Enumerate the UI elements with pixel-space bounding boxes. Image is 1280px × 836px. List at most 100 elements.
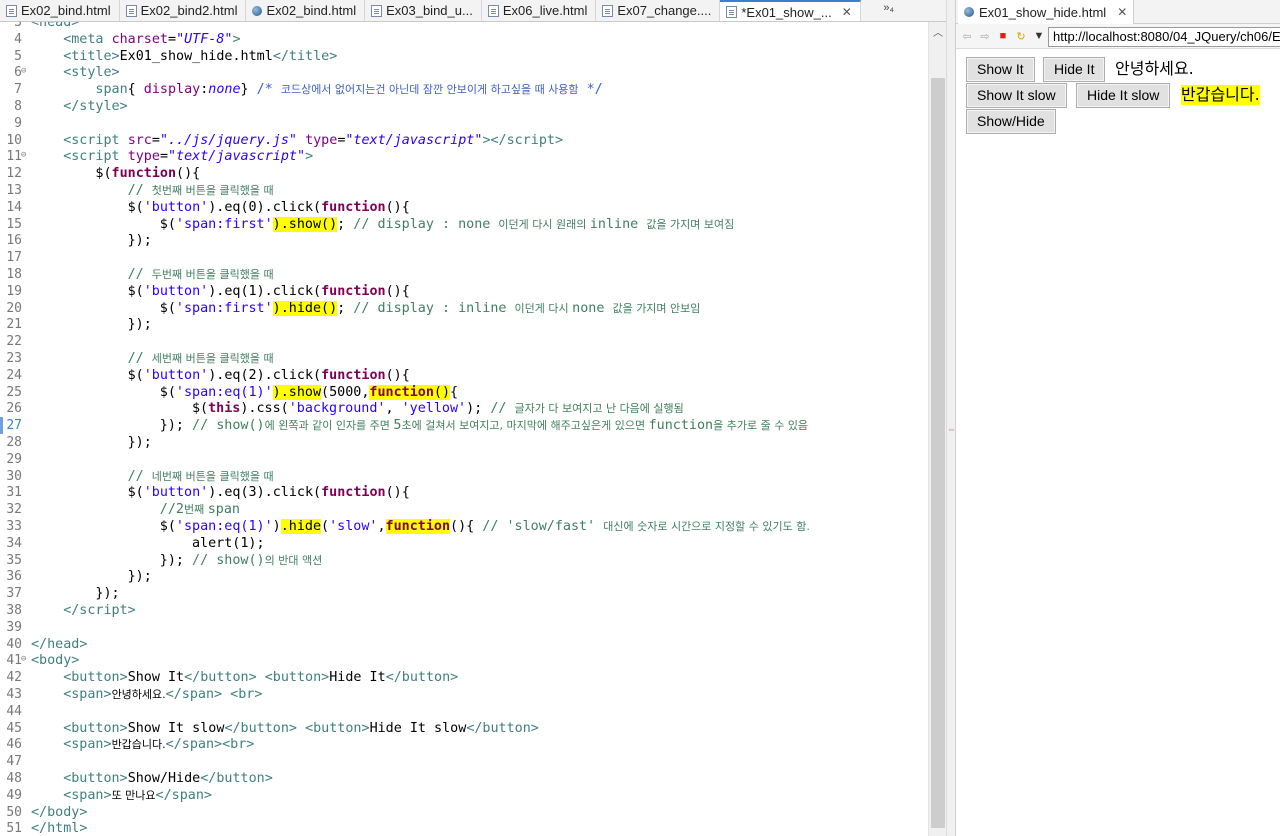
close-icon[interactable]: ✕ bbox=[842, 3, 852, 22]
fold-icon[interactable]: ⊖ bbox=[21, 147, 26, 164]
code-line[interactable]: 25 $('span:eq(1)').show(5000,function(){ bbox=[0, 384, 928, 401]
stop-icon[interactable]: ■ bbox=[996, 30, 1010, 42]
code-line[interactable]: 10 <script src="../js/jquery.js" type="te… bbox=[0, 132, 928, 149]
editor-tab-0[interactable]: Ex02_bind.html bbox=[0, 0, 120, 21]
code-text: // 네번째 버튼을 클릭했을 때 bbox=[127, 468, 274, 484]
code-line[interactable]: 16}); bbox=[0, 232, 928, 249]
code-line[interactable]: 3 <head> bbox=[0, 22, 928, 31]
line-number: 3 bbox=[14, 22, 22, 30]
editor-tab-label: Ex02_bind.html bbox=[266, 3, 357, 18]
code-line[interactable]: 9 bbox=[0, 115, 928, 132]
code-line[interactable]: 31 $('button').eq(3).click(function(){ bbox=[0, 484, 928, 501]
marker-icon: ▭ bbox=[949, 425, 954, 434]
refresh-icon[interactable]: ↻ bbox=[1014, 30, 1028, 43]
vertical-scrollbar[interactable]: ︿ bbox=[928, 22, 946, 836]
code-line[interactable]: 4 <meta charset="UTF-8"> bbox=[0, 31, 928, 48]
code-line[interactable]: 27}); // show()에 왼쪽과 같이 인자를 주면 5초에 걸쳐서 보… bbox=[0, 417, 928, 435]
code-line[interactable]: 19 $('button').eq(1).click(function(){ bbox=[0, 283, 928, 300]
code-line[interactable]: 50 </body> bbox=[0, 804, 928, 821]
code-line[interactable]: 46 <span>반갑습니다.</span><br> bbox=[0, 736, 928, 753]
rendered-page: Show It Hide It 안녕하세요. Show It slow Hide… bbox=[956, 50, 1280, 836]
tab-overflow-indicator[interactable]: »₄ bbox=[883, 0, 894, 16]
fold-icon[interactable]: ⊖ bbox=[21, 63, 26, 80]
hide-it-slow-button[interactable]: Hide It slow bbox=[1076, 83, 1171, 108]
code-line[interactable]: 42 <button>Show It</button> <button>Hide … bbox=[0, 669, 928, 686]
code-line[interactable]: 39 bbox=[0, 619, 928, 636]
code-line[interactable]: 15 $('span:first').show(); // display : n… bbox=[0, 216, 928, 233]
code-line[interactable]: 26 $(this).css('background', 'yellow'); /… bbox=[0, 400, 928, 417]
code-line[interactable]: 47 bbox=[0, 753, 928, 770]
code-line[interactable]: 35}); // show()의 반대 액션 bbox=[0, 552, 928, 569]
line-number: 42 bbox=[6, 670, 22, 686]
scrollbar-thumb[interactable] bbox=[931, 78, 945, 828]
show-hide-button[interactable]: Show/Hide bbox=[966, 109, 1056, 134]
editor-tab-4[interactable]: Ex06_live.html bbox=[482, 0, 597, 21]
code-text: }); bbox=[127, 233, 152, 249]
back-arrow-icon[interactable]: ⇦ bbox=[960, 30, 974, 43]
code-line[interactable]: 51 </html> bbox=[0, 820, 928, 836]
code-line[interactable]: 40 </head> bbox=[0, 636, 928, 653]
code-line[interactable]: 30 // 네번째 버튼을 클릭했을 때 bbox=[0, 468, 928, 485]
code-line[interactable]: 48 <button>Show/Hide</button> bbox=[0, 770, 928, 787]
code-text: </script> bbox=[63, 603, 136, 618]
code-line[interactable]: 18 // 두번째 버튼을 클릭했을 때 bbox=[0, 266, 928, 283]
html-file-icon bbox=[6, 5, 17, 17]
code-line[interactable]: 5 <title>Ex01_show_hide.html</title> bbox=[0, 48, 928, 65]
line-number: 36 bbox=[6, 569, 22, 585]
line-number: 47 bbox=[6, 754, 22, 770]
code-line[interactable]: 36}); bbox=[0, 568, 928, 585]
code-line[interactable]: 37}); bbox=[0, 585, 928, 602]
close-icon[interactable]: ✕ bbox=[1117, 5, 1127, 19]
code-line[interactable]: 11 ⊖ <script type="text/javascript"> bbox=[0, 148, 928, 165]
code-area[interactable]: 3 <head> 4 <meta charset="UTF-8"> 5 <title>Ex… bbox=[0, 22, 928, 836]
editor-tab-1[interactable]: Ex02_bind2.html bbox=[120, 0, 247, 21]
forward-arrow-icon[interactable]: ⇨ bbox=[978, 30, 992, 43]
pane-splitter[interactable]: ▭ bbox=[946, 0, 956, 836]
code-line[interactable]: 20 $('span:first').hide(); // display : i… bbox=[0, 300, 928, 317]
line-number: 32 bbox=[6, 502, 22, 518]
editor-tab-6[interactable]: *Ex01_show_... ✕ bbox=[720, 0, 861, 22]
code-line[interactable]: 41 ⊖ <body> bbox=[0, 652, 928, 669]
code-line[interactable]: 38 </script> bbox=[0, 602, 928, 619]
code-line[interactable]: 28}); bbox=[0, 434, 928, 451]
code-line[interactable]: 45 <button>Show It slow</button> <button>… bbox=[0, 720, 928, 737]
hide-it-button[interactable]: Hide It bbox=[1043, 57, 1106, 82]
code-line[interactable]: 34 alert(1); bbox=[0, 535, 928, 552]
line-number: 8 bbox=[14, 99, 22, 114]
dropdown-icon[interactable]: ▼ bbox=[1032, 30, 1046, 42]
code-line[interactable]: 14 $('button').eq(0).click(function(){ bbox=[0, 199, 928, 216]
code-line[interactable]: 8 </style> bbox=[0, 98, 928, 115]
code-line[interactable]: 23 // 세번째 버튼을 클릭했을 때 bbox=[0, 350, 928, 367]
editor-tab-5[interactable]: Ex07_change.... bbox=[596, 0, 721, 21]
show-it-button[interactable]: Show It bbox=[966, 57, 1035, 82]
code-text: </html> bbox=[31, 821, 88, 836]
code-text: <title>Ex01_show_hide.html</title> bbox=[63, 48, 338, 64]
browser-tab[interactable]: Ex01_show_hide.html ✕ bbox=[958, 0, 1135, 24]
code-line[interactable]: 29 bbox=[0, 451, 928, 468]
url-input[interactable]: http://localhost:8080/04_JQuery/ch06/Ex0… bbox=[1048, 27, 1280, 47]
code-line[interactable]: 22 bbox=[0, 333, 928, 350]
code-line[interactable]: 33 $('span:eq(1)').hide('slow',function()… bbox=[0, 518, 928, 535]
code-text: }); bbox=[95, 586, 120, 602]
code-line[interactable]: 43 <span>안녕하세요.</span> <br> bbox=[0, 686, 928, 703]
code-line[interactable]: 12 $(function(){ bbox=[0, 165, 928, 182]
code-text: <script type="text/javascript"> bbox=[63, 149, 314, 165]
fold-icon[interactable]: ⊖ bbox=[21, 651, 26, 668]
code-line[interactable]: 7 span{ display:none} /* 코드상에서 없어지는건 아닌데 … bbox=[0, 81, 928, 98]
show-it-slow-button[interactable]: Show It slow bbox=[966, 83, 1067, 108]
code-line[interactable]: 21}); bbox=[0, 316, 928, 333]
scroll-up-icon[interactable]: ︿ bbox=[933, 24, 943, 39]
code-text: <style> bbox=[63, 65, 120, 81]
code-text: <span>안녕하세요.</span> <br> bbox=[63, 687, 263, 702]
line-number: 6 bbox=[14, 65, 22, 81]
code-line[interactable]: 24 $('button').eq(2).click(function(){ bbox=[0, 367, 928, 384]
code-line[interactable]: 17 bbox=[0, 249, 928, 266]
code-line[interactable]: 13 // 첫번째 버튼을 클릭했을 때 bbox=[0, 182, 928, 199]
code-line[interactable]: 6 ⊖ <style> bbox=[0, 64, 928, 81]
line-number: 23 bbox=[6, 351, 22, 366]
code-line[interactable]: 49 <span>또 만나요</span> bbox=[0, 787, 928, 804]
editor-tab-2[interactable]: Ex02_bind.html bbox=[246, 0, 366, 21]
editor-tab-3[interactable]: Ex03_bind_u... bbox=[365, 0, 482, 21]
code-line[interactable]: 32 //2번째 span bbox=[0, 501, 928, 518]
code-line[interactable]: 44 bbox=[0, 703, 928, 720]
